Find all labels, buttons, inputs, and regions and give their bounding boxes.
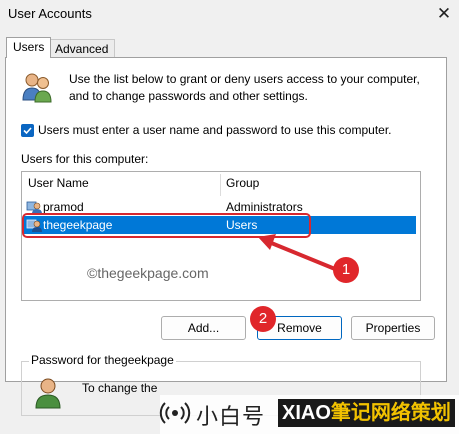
add-button[interactable]: Add...: [161, 316, 246, 340]
window-title: User Accounts: [8, 6, 92, 21]
intro-text: Use the list below to grant or deny user…: [69, 71, 429, 105]
require-login-checkbox[interactable]: [21, 124, 34, 137]
close-icon[interactable]: ✕: [432, 2, 456, 26]
user-group-cell[interactable]: Administrators: [226, 200, 303, 214]
intro-line-2: and to change passwords and other settin…: [69, 89, 308, 103]
annotation-step-1: 1: [333, 257, 359, 283]
site-watermark: ©thegeekpage.com: [87, 265, 209, 281]
users-list-label: Users for this computer:: [21, 152, 149, 166]
bottom-watermark-text: 小白号: [196, 404, 266, 429]
users-group-icon: [20, 70, 54, 104]
bottom-watermark-box: XIAO筆记网络策划: [278, 399, 455, 427]
require-login-label[interactable]: Users must enter a user name and passwor…: [38, 123, 392, 137]
properties-button[interactable]: Properties: [351, 316, 435, 340]
annotation-step-2: 2: [250, 306, 276, 332]
checkmark-icon: [23, 127, 32, 135]
intro-line-1: Use the list below to grant or deny user…: [69, 72, 420, 86]
tab-advanced[interactable]: Advanced: [48, 39, 116, 57]
column-separator[interactable]: [220, 174, 221, 196]
column-header-username[interactable]: User Name: [28, 176, 89, 190]
user-name-cell[interactable]: pramod: [43, 200, 84, 214]
signal-icon: [159, 402, 191, 424]
column-header-group[interactable]: Group: [226, 176, 259, 190]
user-password-icon: [33, 375, 67, 409]
tab-users[interactable]: Users: [6, 37, 52, 58]
password-help-text: To change the: [82, 381, 158, 395]
bottom-watermark-box-text: XIAO: [282, 402, 331, 424]
password-group-label: Password for thegeekpage: [29, 353, 176, 367]
bottom-watermark-box-yellow: 筆记网络策划: [330, 402, 451, 424]
